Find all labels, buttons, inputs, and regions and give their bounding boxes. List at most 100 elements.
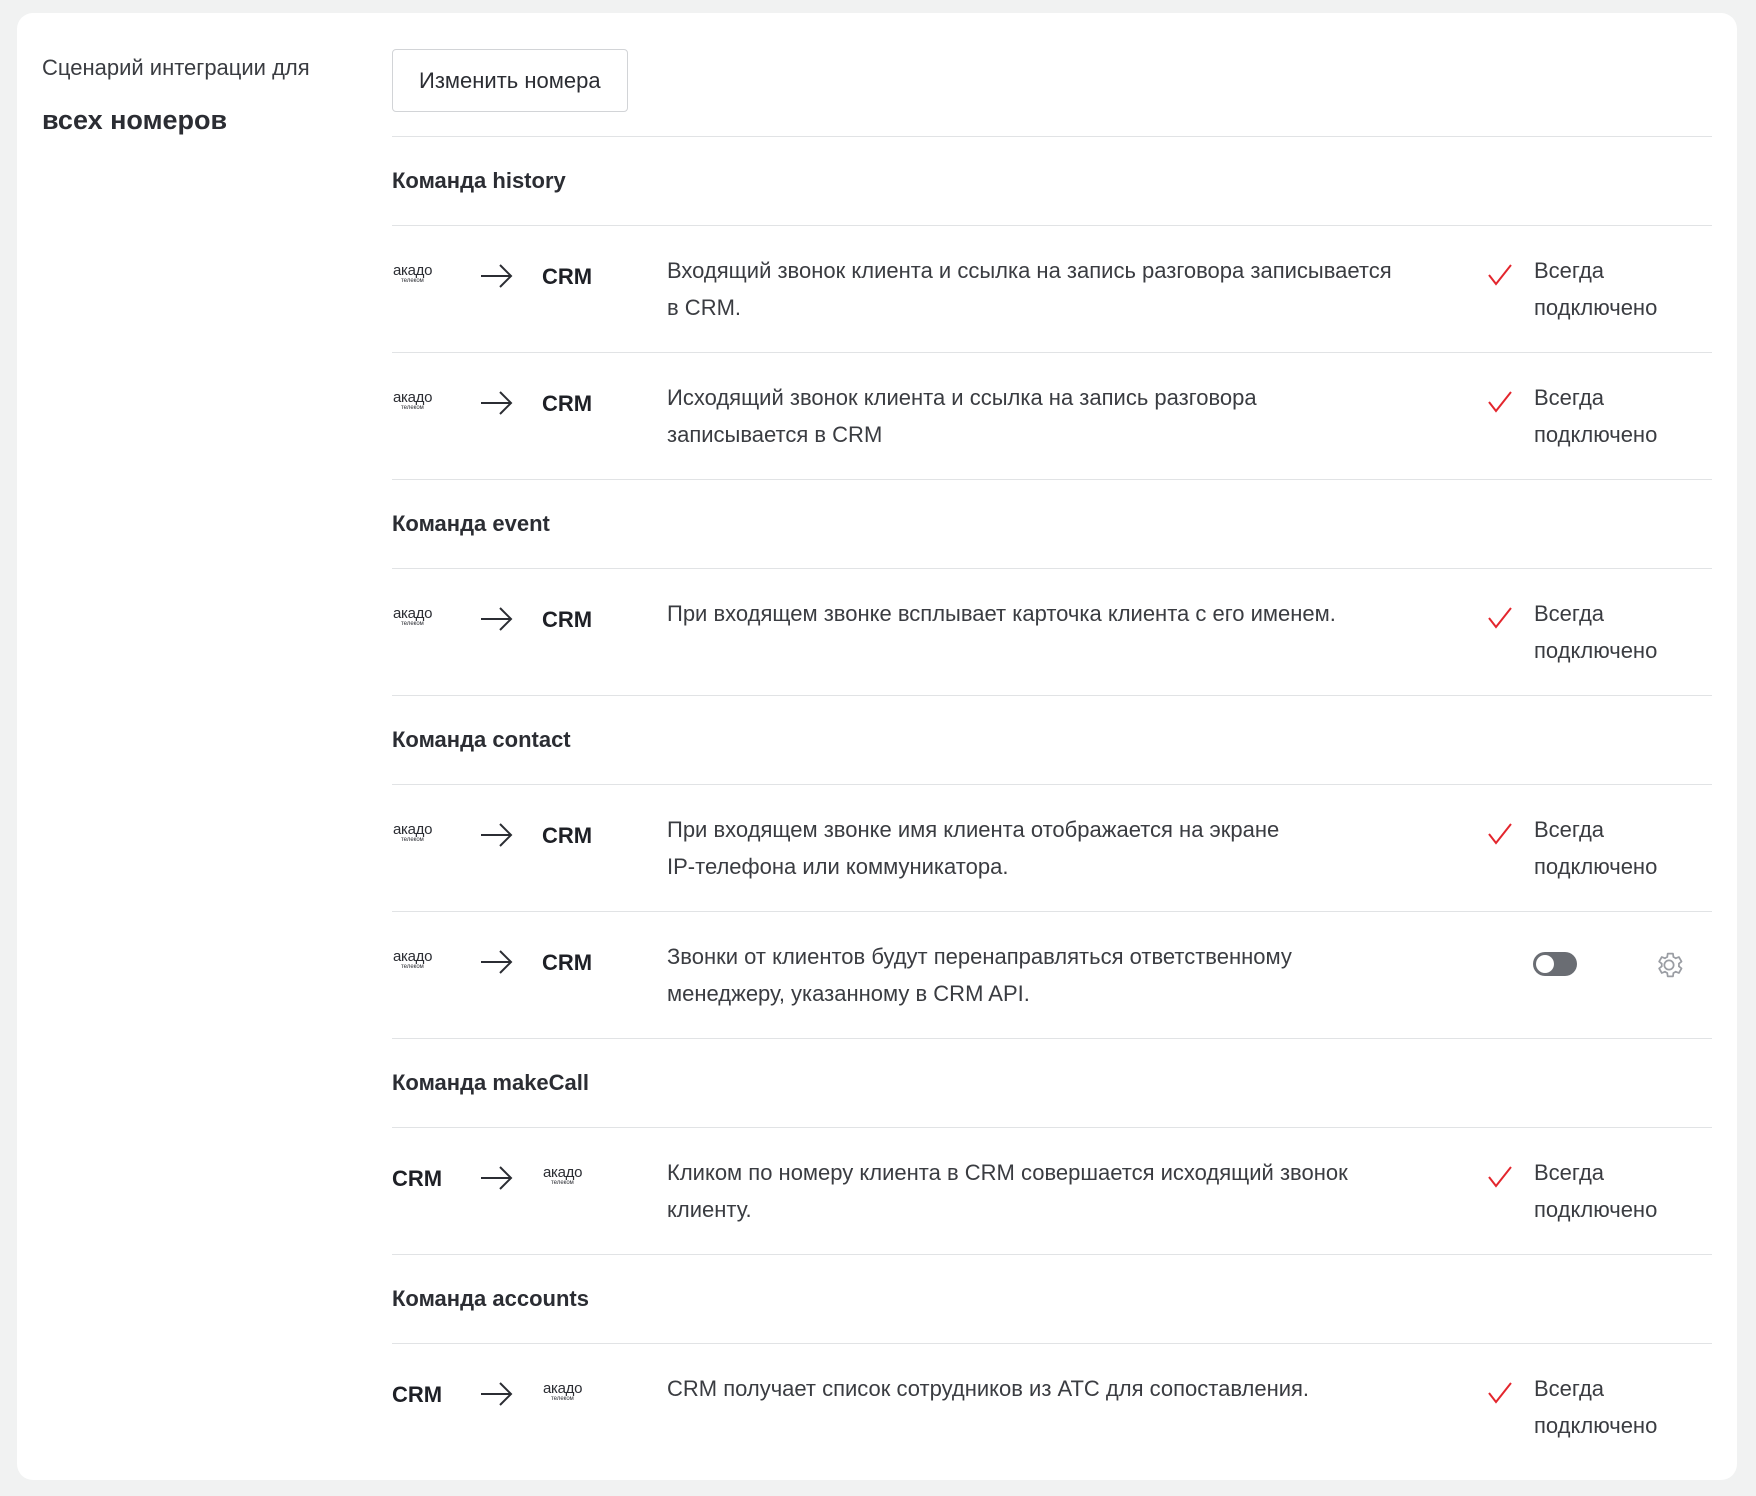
svg-text:телеком: телеком — [551, 1396, 574, 1402]
akado-logo: акадо телеком — [542, 1379, 592, 1407]
status-line: Всегда — [1534, 817, 1605, 842]
status-line: Всегда — [1534, 258, 1605, 283]
target-crm: CRM — [542, 606, 602, 634]
svg-text:акадо: акадо — [393, 389, 432, 406]
enable-toggle[interactable] — [1533, 952, 1577, 976]
arrow-right-icon — [479, 389, 515, 417]
checkmark-icon — [1487, 389, 1513, 415]
description-line: менеджеру, указанному в CRM API. — [667, 981, 1030, 1006]
integration-row: акадо телеком CRM Входящий звонок клиента и… — [392, 226, 1712, 352]
description-line: CRM получает список сотрудников из АТС д… — [667, 1376, 1310, 1401]
row-description: Входящий звонок клиента и ссылка на запи… — [667, 252, 1397, 326]
akado-logo: акадо телеком — [542, 1163, 592, 1191]
scenario-info: Сценарий интеграции для всех номеров — [42, 53, 362, 136]
akado-logo: акадо телеком — [392, 388, 442, 416]
description-line: IP-телефона или коммуникатора. — [667, 854, 1009, 879]
status-text: Всегда подключено — [1534, 1370, 1704, 1444]
row-description: Исходящий звонок клиента и ссылка на зап… — [667, 379, 1397, 453]
target-crm: CRM — [542, 390, 602, 418]
source-logo: акадо телеком — [392, 820, 452, 855]
source-logo: акадо телеком — [392, 947, 452, 982]
status-line: подключено — [1534, 1413, 1658, 1438]
row-description: Кликом по номеру клиента в CRM совершает… — [667, 1154, 1397, 1228]
source-crm: CRM — [392, 1381, 452, 1409]
akado-logo: акадо телеком — [392, 604, 442, 632]
row-description: Звонки от клиентов будут перенаправлятьс… — [667, 938, 1397, 1012]
arrow-right-icon — [479, 605, 515, 633]
description-line: клиенту. — [667, 1197, 752, 1222]
toolbar: Изменить номера — [392, 49, 1712, 136]
target-logo: акадо телеком — [542, 1163, 602, 1198]
checkmark-icon — [1487, 262, 1513, 288]
change-numbers-button[interactable]: Изменить номера — [392, 49, 628, 112]
crm-label: CRM — [542, 950, 593, 975]
svg-text:акадо: акадо — [393, 605, 432, 622]
svg-text:акадо: акадо — [393, 821, 432, 838]
arrow-right-icon — [479, 1380, 515, 1408]
row-description: При входящем звонке имя клиента отобража… — [667, 811, 1397, 885]
integration-row: акадо телеком CRM При входящем звонке имя к… — [392, 785, 1712, 911]
source-logo: акадо телеком — [392, 388, 452, 423]
description-line: Звонки от клиентов будут перенаправлятьс… — [667, 944, 1292, 969]
section-header: Команда event — [392, 511, 550, 536]
svg-text:акадо: акадо — [543, 1380, 582, 1397]
svg-text:телеком: телеком — [401, 837, 424, 843]
status-line: подключено — [1534, 422, 1658, 447]
crm-label: CRM — [542, 264, 593, 289]
target-crm: CRM — [542, 822, 602, 850]
source-logo: акадо телеком — [392, 604, 452, 639]
command-sections: Команда history акадо телеком CRM Входящий з… — [392, 136, 1712, 1470]
integration-row: CRM акадо телеком Кликом по номеру клиента … — [392, 1128, 1712, 1254]
description-line: При входящем звонке всплывает карточка к… — [667, 601, 1336, 626]
section-header: Команда accounts — [392, 1286, 589, 1311]
arrow-right-icon — [479, 948, 515, 976]
target-crm: CRM — [542, 263, 602, 291]
arrow-right-icon — [479, 262, 515, 290]
target-crm: CRM — [542, 949, 602, 977]
svg-text:телеком: телеком — [551, 1180, 574, 1186]
description-line: Кликом по номеру клиента в CRM совершает… — [667, 1160, 1348, 1185]
integration-row: акадо телеком CRM При входящем звонке всплы… — [392, 569, 1712, 695]
checkmark-icon — [1487, 1164, 1513, 1190]
svg-text:телеком: телеком — [401, 405, 424, 411]
status-text: Всегда подключено — [1534, 811, 1704, 885]
svg-text:акадо: акадо — [393, 262, 432, 279]
akado-logo: акадо телеком — [392, 820, 442, 848]
svg-text:телеком: телеком — [401, 621, 424, 627]
svg-text:акадо: акадо — [543, 1164, 582, 1181]
source-crm: CRM — [392, 1165, 452, 1193]
status-text: Всегда подключено — [1534, 379, 1704, 453]
status-line: Всегда — [1534, 1376, 1605, 1401]
status-text: Всегда подключено — [1534, 1154, 1704, 1228]
status-text: Всегда подключено — [1534, 252, 1704, 326]
checkmark-icon — [1487, 821, 1513, 847]
integration-row: акадо телеком CRM Исходящий звонок клиента … — [392, 353, 1712, 479]
status-line: подключено — [1534, 1197, 1658, 1222]
gear-icon[interactable] — [1653, 949, 1685, 981]
status-line: Всегда — [1534, 601, 1605, 626]
description-line: При входящем звонке имя клиента отобража… — [667, 817, 1280, 842]
row-description: При входящем звонке всплывает карточка к… — [667, 595, 1397, 632]
integration-row: акадо телеком CRM Звонки от клиентов будут … — [392, 912, 1712, 1038]
commands-panel: Изменить номера Команда history акадо теле… — [392, 49, 1712, 1470]
status-line: Всегда — [1534, 385, 1605, 410]
crm-label: CRM — [392, 1166, 443, 1191]
integration-row: CRM акадо телеком CRM получает список сотру… — [392, 1344, 1712, 1470]
arrow-right-icon — [479, 821, 515, 849]
description-line: Исходящий звонок клиента и ссылка на зап… — [667, 385, 1257, 410]
source-logo: акадо телеком — [392, 261, 452, 296]
crm-label: CRM — [542, 391, 593, 416]
status-text: Всегда подключено — [1534, 595, 1704, 669]
section-header: Команда contact — [392, 727, 571, 752]
section-header: Команда makeCall — [392, 1070, 590, 1095]
target-logo: акадо телеком — [542, 1379, 602, 1414]
svg-text:телеком: телеком — [401, 964, 424, 970]
crm-label: CRM — [542, 607, 593, 632]
akado-logo: акадо телеком — [392, 261, 442, 289]
toggle-knob — [1536, 955, 1554, 973]
checkmark-icon — [1487, 605, 1513, 631]
section-header: Команда history — [392, 168, 566, 193]
description-line: в CRM. — [667, 295, 742, 320]
akado-logo: акадо телеком — [392, 947, 442, 975]
description-line: Входящий звонок клиента и ссылка на запи… — [667, 258, 1392, 283]
